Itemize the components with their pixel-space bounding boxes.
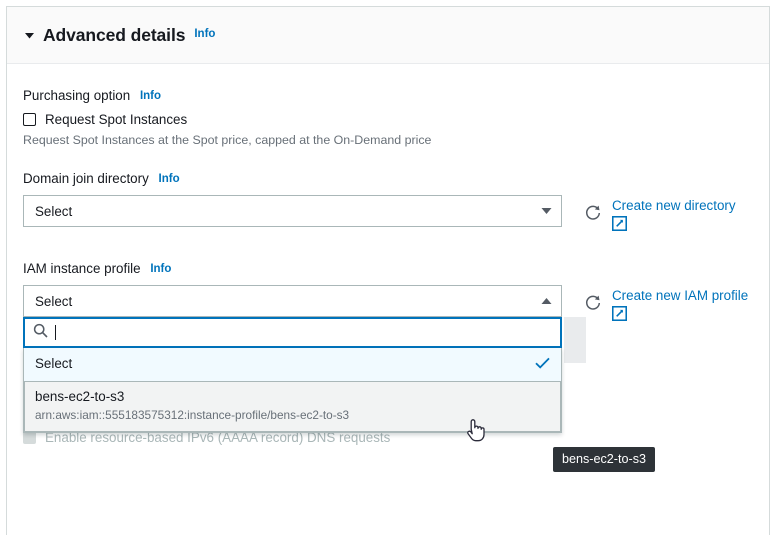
dropdown-option-bens-ec2-to-s3[interactable]: bens-ec2-to-s3 arn:aws:iam::555183575312… (24, 381, 561, 432)
panel-body: Purchasing option Info Request Spot Inst… (7, 64, 769, 445)
iam-instance-profile-value: Select (35, 294, 72, 309)
dropdown-option-label: Select (35, 355, 72, 373)
purchasing-option-label-text: Purchasing option (23, 88, 130, 103)
dropdown-option-select[interactable]: Select (24, 348, 561, 381)
create-new-directory-action: Create new directory (584, 195, 736, 235)
domain-join-directory-label-text: Domain join directory (23, 171, 149, 186)
dropdown-option-label: bens-ec2-to-s3 (35, 388, 550, 406)
refresh-icon[interactable] (584, 294, 602, 312)
iam-instance-profile-label-text: IAM instance profile (23, 261, 141, 276)
domain-join-directory-row: Select Create new (23, 195, 769, 235)
external-link-icon[interactable] (612, 306, 748, 325)
text-cursor (55, 325, 56, 340)
search-icon (33, 323, 48, 343)
refresh-icon[interactable] (584, 204, 602, 222)
purchasing-option-label: Purchasing option Info (23, 87, 769, 106)
create-new-iam-profile-action: Create new IAM profile (584, 285, 748, 325)
page-title: Advanced details (43, 25, 185, 46)
create-new-directory-link-wrap: Create new directory (612, 197, 736, 235)
domain-join-directory-label: Domain join directory Info (23, 170, 769, 189)
purchasing-option-hint: Request Spot Instances at the Spot price… (23, 132, 769, 148)
create-new-iam-profile-link-wrap: Create new IAM profile (612, 287, 748, 325)
create-new-iam-profile-link[interactable]: Create new IAM profile (612, 287, 748, 304)
iam-instance-profile-dropdown: Select bens-ec2-to-s3 arn:aws:iam::55518… (23, 317, 562, 433)
dropdown-search-row[interactable] (23, 317, 562, 348)
iam-instance-profile-row: Select (23, 285, 769, 325)
domain-join-directory-field: Domain join directory Info Select (23, 170, 769, 235)
dropdown-option-arn: arn:aws:iam::555183575312:instance-profi… (35, 407, 550, 423)
tooltip: bens-ec2-to-s3 (553, 447, 655, 472)
check-icon (535, 357, 550, 372)
caret-up-icon (541, 292, 552, 310)
domain-join-directory-info-link[interactable]: Info (159, 173, 180, 185)
panel-header: Advanced details Info (7, 7, 769, 64)
dropdown-backdrop (564, 317, 586, 363)
iam-instance-profile-select[interactable]: Select (23, 285, 562, 317)
dropdown-option-list: Select bens-ec2-to-s3 arn:aws:iam::55518… (23, 348, 562, 433)
request-spot-instances-row[interactable]: Request Spot Instances (23, 112, 769, 127)
create-new-directory-link[interactable]: Create new directory (612, 197, 736, 214)
header-info-link[interactable]: Info (194, 28, 215, 40)
caret-down-icon (541, 202, 552, 220)
iam-instance-profile-label: IAM instance profile Info (23, 260, 769, 279)
caret-down-icon[interactable] (21, 27, 37, 43)
request-spot-instances-checkbox[interactable] (23, 113, 36, 126)
purchasing-option-field: Purchasing option Info Request Spot Inst… (23, 87, 769, 148)
iam-instance-profile-select-wrap: Select (23, 285, 562, 317)
purchasing-option-info-link[interactable]: Info (140, 90, 161, 102)
external-link-icon[interactable] (612, 216, 736, 235)
iam-instance-profile-info-link[interactable]: Info (150, 263, 171, 275)
request-spot-instances-label: Request Spot Instances (45, 112, 187, 127)
advanced-details-panel: Advanced details Info Purchasing option … (6, 6, 770, 535)
domain-join-directory-value: Select (35, 204, 72, 219)
domain-join-directory-select[interactable]: Select (23, 195, 562, 227)
iam-instance-profile-field: IAM instance profile Info Select (23, 260, 769, 325)
